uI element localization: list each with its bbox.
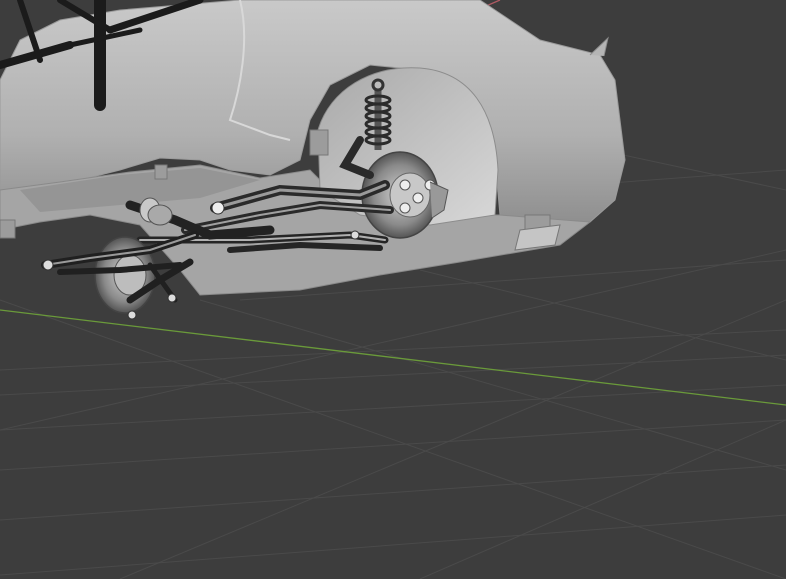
hub-nut <box>412 192 424 204</box>
y-axis-line <box>0 309 786 406</box>
3d-viewport[interactable] <box>0 0 786 579</box>
hub-nut <box>399 179 411 191</box>
viewport-canvas[interactable] <box>0 0 786 579</box>
fender-lip <box>589 36 609 57</box>
hub-nut <box>399 202 411 214</box>
